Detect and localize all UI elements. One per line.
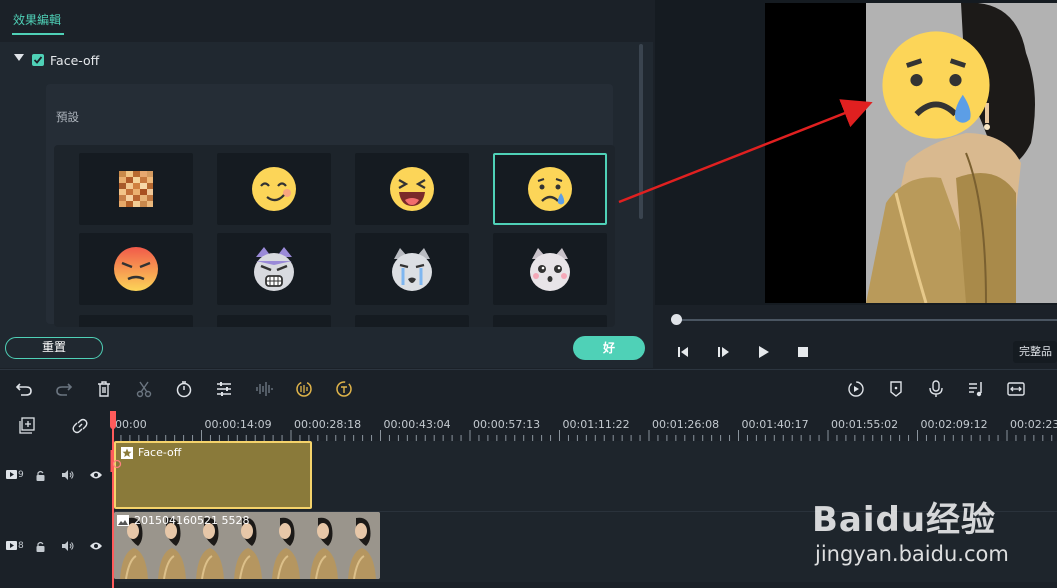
angry-cat-icon xyxy=(254,247,294,291)
ruler-time-label: 00:02:23:21 xyxy=(1010,418,1057,431)
video-track-icon xyxy=(6,541,17,550)
preset-surprised-cat[interactable] xyxy=(493,233,607,305)
lock-icon[interactable] xyxy=(36,470,45,481)
preset-crying-cat[interactable] xyxy=(355,233,469,305)
cut-icon[interactable] xyxy=(135,380,153,398)
preview-video-frame xyxy=(866,3,1057,303)
link-icon[interactable] xyxy=(71,417,89,435)
video-clip-label: 201504160521 5528 xyxy=(134,514,250,527)
preset-partial[interactable] xyxy=(79,315,193,327)
playhead-handle[interactable] xyxy=(110,411,116,429)
preset-sad-tear[interactable] xyxy=(493,153,607,225)
preview-letterbox xyxy=(765,3,866,303)
add-track-icon[interactable] xyxy=(18,417,36,435)
laughing-emoji-icon xyxy=(390,167,434,211)
sad-tear-emoji-icon xyxy=(528,167,572,211)
faceoff-section-label: Face-off xyxy=(50,53,100,68)
preset-laughing[interactable] xyxy=(355,153,469,225)
audio-wave-icon[interactable] xyxy=(255,380,273,398)
preset-angry[interactable] xyxy=(79,233,193,305)
watermark-brand: Baidu经验 xyxy=(812,500,997,540)
preset-label: 預設 xyxy=(56,110,79,124)
delete-icon[interactable] xyxy=(95,380,113,398)
speaker-icon[interactable] xyxy=(62,541,74,551)
reset-button[interactable]: 重置 xyxy=(5,337,103,359)
preset-partial[interactable] xyxy=(493,315,607,327)
preset-smirk[interactable] xyxy=(217,153,331,225)
eye-icon[interactable] xyxy=(89,470,103,480)
ruler-time-label: 00:00:28:18 xyxy=(294,418,362,431)
preset-partial[interactable] xyxy=(355,315,469,327)
preset-mosaic[interactable] xyxy=(79,153,193,225)
faceoff-clip-label: Face-off xyxy=(138,446,182,459)
step-forward-icon[interactable] xyxy=(716,345,730,359)
smirk-emoji-icon xyxy=(252,167,296,211)
marker-icon[interactable] xyxy=(887,380,905,398)
preset-grid xyxy=(54,145,615,327)
microphone-icon[interactable] xyxy=(927,380,945,398)
track-headers xyxy=(0,411,112,588)
playback-scrubber-track[interactable] xyxy=(673,319,1057,321)
check-icon xyxy=(33,56,43,64)
ruler-ticks xyxy=(112,430,1053,441)
surprised-cat-icon xyxy=(530,248,570,291)
playback-scrubber-knob[interactable] xyxy=(671,314,682,325)
step-back-icon[interactable] xyxy=(676,345,690,359)
ruler-time-label: 00:01:11:22 xyxy=(562,418,630,431)
video-track-icon xyxy=(6,470,17,479)
audio-mix-icon[interactable] xyxy=(967,380,985,398)
tab-effects-edit[interactable]: 效果編輯 xyxy=(13,11,61,28)
ruler-time-label: 00:00 xyxy=(115,418,147,431)
speaker-icon[interactable] xyxy=(62,470,74,480)
faceoff-checkbox[interactable] xyxy=(32,54,44,66)
crying-cat-icon xyxy=(392,248,432,291)
angry-emoji-icon xyxy=(114,247,158,291)
watermark-url: jingyan.baidu.com xyxy=(815,542,1009,566)
ruler-time-label: 00:00:57:13 xyxy=(473,418,541,431)
ruler-time-label: 00:00:14:09 xyxy=(204,418,272,431)
track-number: 8 xyxy=(18,541,24,551)
render-icon[interactable] xyxy=(847,380,865,398)
play-icon[interactable] xyxy=(756,345,770,359)
ruler-time-label: 00:00:43:04 xyxy=(383,418,451,431)
ruler-time-label: 00:02:09:12 xyxy=(920,418,988,431)
timer-icon[interactable] xyxy=(335,380,353,398)
collapse-arrow-icon[interactable] xyxy=(14,54,24,61)
lock-icon[interactable] xyxy=(36,541,45,552)
ruler-time-label: 00:01:40:17 xyxy=(741,418,809,431)
ruler-time-label: 00:01:26:08 xyxy=(652,418,720,431)
ruler-time-label: 00:01:55:02 xyxy=(831,418,899,431)
playback-quality-dropdown[interactable]: 完整品 xyxy=(1013,341,1057,363)
playhead[interactable] xyxy=(112,411,114,588)
effects-tabbar xyxy=(0,0,653,42)
tab-active-indicator xyxy=(12,33,64,35)
speed-icon[interactable] xyxy=(295,380,313,398)
preset-partial[interactable] xyxy=(217,315,331,327)
mosaic-icon xyxy=(119,171,153,207)
sad-tear-overlay-icon xyxy=(882,31,990,139)
ok-button[interactable]: 好 xyxy=(573,336,645,360)
adjust-icon[interactable] xyxy=(215,380,233,398)
duration-icon[interactable] xyxy=(175,380,193,398)
track-number: 9 xyxy=(18,470,24,480)
image-clip-icon xyxy=(117,515,129,526)
redo-icon[interactable] xyxy=(55,380,73,398)
scissors-marker-icon[interactable] xyxy=(110,450,124,472)
eye-icon[interactable] xyxy=(89,541,103,551)
zoom-fit-icon[interactable] xyxy=(1007,380,1025,398)
undo-icon[interactable] xyxy=(15,380,33,398)
stop-icon[interactable] xyxy=(796,345,810,359)
preset-angry-cat[interactable] xyxy=(217,233,331,305)
effects-scrollbar[interactable] xyxy=(639,44,643,219)
